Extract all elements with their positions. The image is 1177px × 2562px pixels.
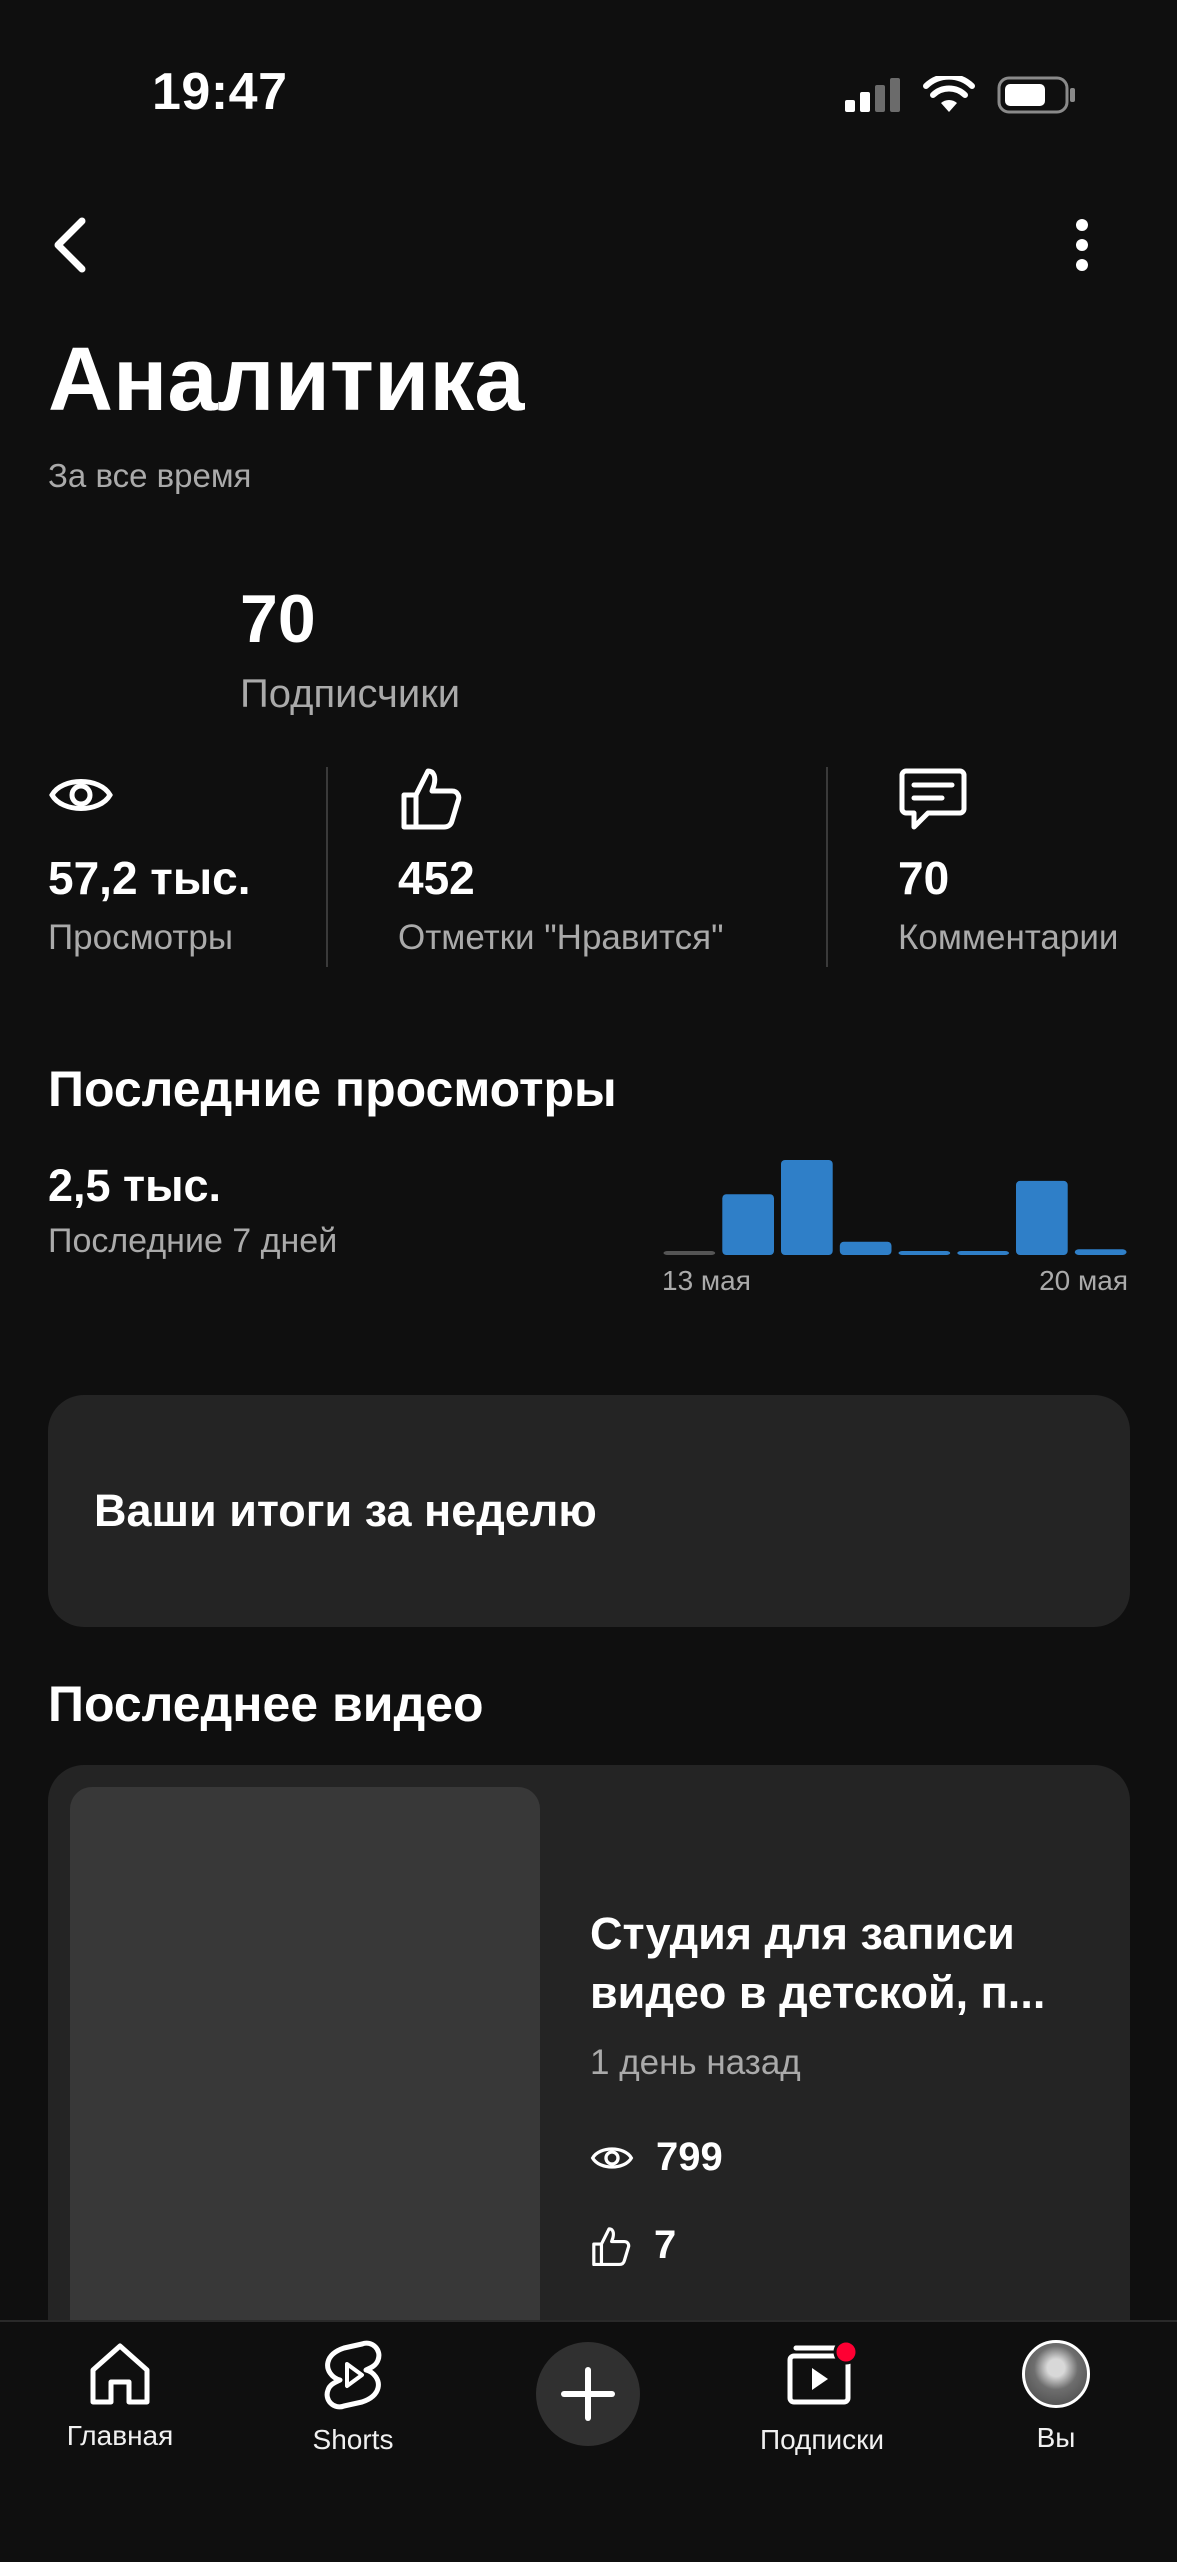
nav-label: Вы (1036, 2422, 1076, 2453)
subscribers-label: Подписчики (240, 672, 461, 716)
battery-icon (997, 76, 1075, 114)
eye-icon (590, 2146, 634, 2169)
home-icon (90, 2343, 150, 2405)
stat-value: 70 (898, 852, 950, 904)
nav-you[interactable]: Вы (966, 2340, 1146, 2454)
chart-bar (722, 1194, 774, 1255)
chevron-left-icon (54, 217, 86, 273)
chart-start-label: 13 мая (662, 1265, 751, 1296)
eye-icon (48, 765, 251, 835)
page-subtitle: За все время (48, 457, 252, 494)
stat-value: 57,2 тыс. (48, 852, 251, 904)
cellular-signal-icon (845, 78, 900, 112)
stat-value: 452 (398, 852, 475, 904)
thumb-up-icon (592, 2226, 631, 2266)
create-button[interactable] (536, 2342, 640, 2446)
stat-divider (826, 767, 828, 967)
nav-label: Shorts (312, 2424, 394, 2455)
nav-shorts[interactable]: Shorts (263, 2340, 443, 2456)
weekly-summary-label: Ваши итоги за неделю (94, 1485, 597, 1536)
nav-subscriptions[interactable]: Подписки (732, 2340, 912, 2456)
recent-views-value: 2,5 тыс. (48, 1160, 222, 1211)
wifi-icon (923, 76, 975, 112)
nav-label: Подписки (759, 2424, 885, 2455)
video-upload-time: 1 день назад (590, 2043, 801, 2082)
comment-icon (898, 765, 1118, 835)
status-time: 19:47 (152, 63, 288, 121)
chart-bar (1074, 1249, 1127, 1255)
shorts-icon (324, 2340, 382, 2410)
stat-label: Отметки "Нравится" (398, 917, 724, 957)
video-likes: 7 (590, 2223, 676, 2268)
recent-views-title: Последние просмотры (48, 1061, 617, 1117)
subscribers-count: 70 (240, 581, 316, 657)
stat-views[interactable]: 57,2 тыс. Просмотры (48, 765, 251, 958)
back-button[interactable] (40, 205, 100, 285)
chart-bar (663, 1251, 716, 1255)
notification-dot (833, 2340, 859, 2365)
video-title: Студия для записи видео в детской, п... (590, 1908, 1046, 2018)
chart-bar (1016, 1180, 1068, 1255)
stat-divider (326, 767, 328, 967)
weekly-summary-card[interactable]: Ваши итоги за неделю (48, 1395, 1130, 1627)
chart-end-label: 20 мая (1039, 1265, 1128, 1296)
nav-label: Главная (66, 2420, 174, 2451)
video-views: 799 (590, 2135, 723, 2180)
stat-likes[interactable]: 452 Отметки "Нравится" (398, 765, 724, 958)
video-likes-count: 7 (654, 2223, 677, 2267)
bottom-navigation: Главная Shorts Подписки Вы (0, 2320, 1177, 2562)
stat-comments[interactable]: 70 Комментарии (898, 765, 1118, 958)
chart-bar (839, 1241, 892, 1255)
recent-views-chart[interactable]: 13 мая 20 мая (660, 1150, 1130, 1300)
chart-bar (898, 1251, 951, 1255)
more-options-button[interactable] (1057, 205, 1107, 285)
chart-bar (957, 1251, 1009, 1255)
page-title: Аналитика (48, 330, 525, 430)
thumb-up-icon (398, 765, 724, 835)
avatar (1022, 2340, 1090, 2408)
nav-home[interactable]: Главная (30, 2340, 210, 2452)
latest-video-title: Последнее видео (48, 1676, 484, 1732)
plus-icon (561, 2367, 615, 2421)
recent-views-period: Последние 7 дней (48, 1222, 338, 1260)
status-icons (845, 70, 1077, 120)
more-vertical-icon (1076, 219, 1088, 271)
video-views-count: 799 (656, 2135, 723, 2179)
stat-label: Просмотры (48, 917, 233, 957)
subscriptions-icon (787, 2340, 859, 2405)
stat-label: Комментарии (898, 917, 1119, 957)
chart-bar (781, 1160, 833, 1255)
